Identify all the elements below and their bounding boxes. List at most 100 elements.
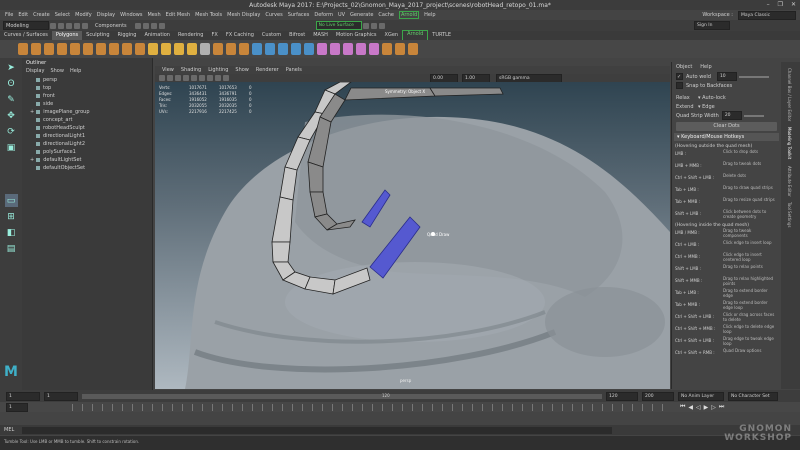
lasso-icon[interactable]: ʘ xyxy=(5,77,18,90)
menu-generate[interactable]: Generate xyxy=(350,12,373,18)
menu-cache[interactable]: Cache xyxy=(378,12,394,18)
snap-grid-icon[interactable] xyxy=(134,22,141,29)
move-icon[interactable]: ✥ xyxy=(5,109,18,122)
vp-menu-view[interactable]: View xyxy=(162,67,174,73)
character-set-dropdown[interactable]: No Character Set xyxy=(728,391,778,401)
relax-dropdown[interactable]: ▾ Auto-lock xyxy=(698,95,726,101)
shelf-tool-icon[interactable] xyxy=(187,43,197,55)
shelf-tool-icon[interactable] xyxy=(408,43,418,55)
current-frame-field[interactable]: 1 xyxy=(6,403,28,412)
xray-icon[interactable] xyxy=(215,75,221,81)
auto-weld-checkbox[interactable]: ✓ xyxy=(676,73,683,80)
menu-edit[interactable]: Edit xyxy=(18,12,28,18)
vp-menu-renderer[interactable]: Renderer xyxy=(256,67,279,73)
tab-attribute-editor[interactable]: Attribute Editor xyxy=(787,166,792,197)
clear-dots-button[interactable]: Clear Dots xyxy=(676,122,777,131)
shelf-tool-icon[interactable] xyxy=(161,43,171,55)
range-end-field[interactable]: 120 xyxy=(606,391,638,401)
auto-weld-field[interactable]: 10 xyxy=(716,72,737,81)
shelf-tab-rigging[interactable]: Rigging xyxy=(114,31,141,40)
snap-curve-icon[interactable] xyxy=(142,22,149,29)
shelf-tab-xgen[interactable]: XGen xyxy=(381,31,403,40)
isolate-icon[interactable] xyxy=(223,75,229,81)
outliner-item[interactable]: directionalLight2 xyxy=(26,140,148,148)
vp-menu-panels[interactable]: Panels xyxy=(286,67,302,73)
menu-mesh-tools[interactable]: Mesh Tools xyxy=(195,12,222,18)
vp-menu-shading[interactable]: Shading xyxy=(181,67,201,73)
menu-set-dropdown[interactable]: Modeling xyxy=(3,21,49,30)
shelf-tool-icon[interactable] xyxy=(83,43,93,55)
shelf-tool-icon[interactable] xyxy=(252,43,262,55)
mel-label[interactable]: MEL xyxy=(4,427,22,433)
layout-side-icon[interactable]: ◧ xyxy=(5,226,18,239)
sign-in-button[interactable]: Sign In xyxy=(694,21,730,30)
play-icon[interactable]: ▶ xyxy=(704,404,709,411)
image-plane-icon[interactable] xyxy=(175,75,181,81)
outliner-menu-help[interactable]: Help xyxy=(70,68,81,74)
menu-deform[interactable]: Deform xyxy=(314,12,333,18)
shelf-tab-rendering[interactable]: Rendering xyxy=(174,31,208,40)
live-surface-field[interactable]: No Live Surface xyxy=(315,21,362,30)
auto-weld-slider[interactable] xyxy=(738,75,769,78)
select-icon[interactable]: ➤ xyxy=(5,61,18,74)
menu-help[interactable]: Help xyxy=(424,12,435,18)
shelf-tool-icon[interactable] xyxy=(200,43,210,55)
menu-mesh-display[interactable]: Mesh Display xyxy=(227,12,260,18)
expand-icon[interactable]: + xyxy=(30,108,34,116)
shelf-tool-icon[interactable] xyxy=(148,43,158,55)
new-scene-icon[interactable] xyxy=(50,22,56,29)
start-frame-field[interactable]: 1 xyxy=(6,391,40,401)
snap-surface-icon[interactable] xyxy=(158,22,165,29)
menu-uv[interactable]: UV xyxy=(338,12,345,18)
shelf-tool-icon[interactable] xyxy=(330,43,340,55)
shelf-tool-icon[interactable] xyxy=(369,43,379,55)
layout-four-icon[interactable]: ⊞ xyxy=(5,210,18,223)
ipr-icon[interactable] xyxy=(370,22,377,29)
shelf-tab-motion-graphics[interactable]: Motion Graphics xyxy=(332,31,381,40)
layout-single-icon[interactable]: ▭ xyxy=(4,194,18,207)
menu-windows[interactable]: Windows xyxy=(120,12,142,18)
shelf-tool-icon[interactable] xyxy=(31,43,41,55)
shelf-tool-icon[interactable] xyxy=(122,43,132,55)
shelf-tool-icon[interactable] xyxy=(44,43,54,55)
shelf-tool-icon[interactable] xyxy=(304,43,314,55)
tab-tool-settings[interactable]: Tool Settings xyxy=(787,202,792,227)
shelf-tool-icon[interactable] xyxy=(356,43,366,55)
shelf-tool-icon[interactable] xyxy=(57,43,67,55)
shelf-tool-icon[interactable] xyxy=(291,43,301,55)
shelf-tool-icon[interactable] xyxy=(239,43,249,55)
quad-strip-field[interactable]: 20 xyxy=(721,111,742,120)
shelf-tool-icon[interactable] xyxy=(18,43,28,55)
minimize-button[interactable]: – xyxy=(767,1,770,8)
go-start-icon[interactable]: ⏮ xyxy=(680,403,685,411)
bookmark-icon[interactable] xyxy=(167,75,173,81)
shelf-tool-icon[interactable] xyxy=(70,43,80,55)
shelf-tool-icon[interactable] xyxy=(213,43,223,55)
anim-layer-dropdown[interactable]: No Anim Layer xyxy=(678,391,724,401)
play-back-icon[interactable]: ◁ xyxy=(696,404,701,411)
undo-icon[interactable] xyxy=(74,22,80,29)
shelf-tool-icon[interactable] xyxy=(109,43,119,55)
shelf-tab-fx-caching[interactable]: FX Caching xyxy=(222,31,258,40)
shelf-tab-fx[interactable]: FX xyxy=(208,31,222,40)
quad-strip-slider[interactable] xyxy=(743,114,764,117)
shelf-tab-animation[interactable]: Animation xyxy=(140,31,174,40)
current-start-field[interactable]: 1 xyxy=(44,391,78,401)
outliner-item[interactable]: + imagePlane_group xyxy=(26,108,148,116)
end-frame-field[interactable]: 200 xyxy=(642,391,674,401)
camera-attr-icon[interactable] xyxy=(159,75,165,81)
outliner-item[interactable]: directionalLight1 xyxy=(26,132,148,140)
hotkeys-section-header[interactable]: ▾ Keyboard/Mouse Hotkeys xyxy=(674,133,779,141)
outliner-item[interactable]: concept_art xyxy=(26,116,148,124)
shelf-tool-icon[interactable] xyxy=(265,43,275,55)
grid-icon[interactable] xyxy=(183,75,189,81)
paint-icon[interactable]: ✎ xyxy=(5,93,18,106)
outliner-item[interactable]: defaultObjectSet xyxy=(26,164,148,172)
menu-display[interactable]: Display xyxy=(97,12,115,18)
step-forward-icon[interactable]: ▷ xyxy=(711,404,716,411)
menu-select[interactable]: Select xyxy=(55,12,70,18)
vp-menu-lighting[interactable]: Lighting xyxy=(208,67,228,73)
shelf-tool-icon[interactable] xyxy=(317,43,327,55)
panel-menu-object[interactable]: Object xyxy=(676,64,692,70)
outliner-item[interactable]: + defaultLightSet xyxy=(26,156,148,164)
